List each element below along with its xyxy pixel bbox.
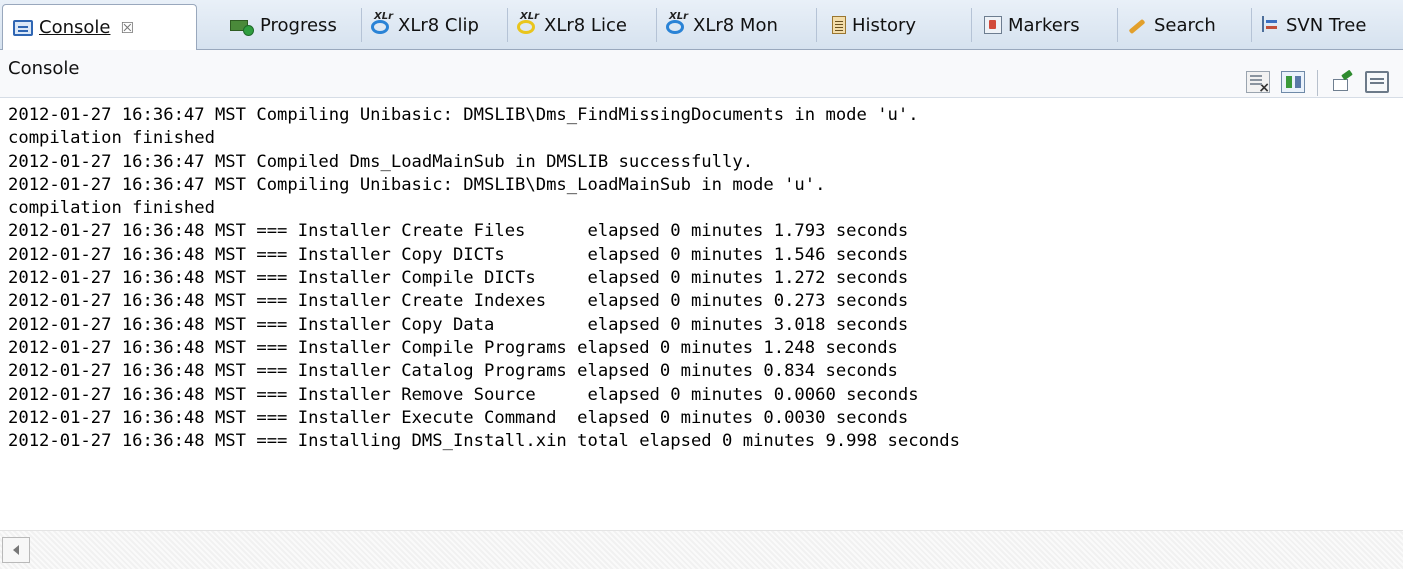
view-tab-bar: Console ☒ Progress XLr XLr8 Clip XLr XLr…: [0, 0, 1403, 50]
console-line: 2012-01-27 16:36:47 MST Compiling Unibas…: [8, 105, 919, 125]
tab-progress[interactable]: Progress: [224, 8, 362, 42]
view-title: Console: [8, 58, 80, 79]
toolbar-separator: [1317, 70, 1318, 96]
xlr8-icon: XLr: [665, 11, 688, 36]
tab-label: Search: [1154, 14, 1216, 36]
tab-label: SVN Tree: [1286, 14, 1367, 36]
tab-xlr8-lice[interactable]: XLr XLr8 Lice: [510, 8, 657, 42]
tab-history[interactable]: History: [826, 8, 972, 42]
console-line: 2012-01-27 16:36:48 MST === Installer Re…: [8, 384, 919, 405]
tab-markers[interactable]: Markers: [978, 8, 1118, 42]
tab-label: History: [852, 14, 917, 36]
console-icon: [13, 19, 33, 36]
tab-label: XLr8 Clip: [398, 14, 479, 36]
scroll-lock-icon[interactable]: [1281, 71, 1305, 93]
tab-search[interactable]: Search: [1120, 8, 1252, 42]
progress-icon: [230, 17, 254, 36]
console-view-toolbar: Console: [0, 50, 1403, 98]
tab-console[interactable]: Console ☒: [2, 4, 197, 50]
xlr8-icon: XLr: [370, 11, 393, 36]
search-icon: [1126, 16, 1148, 34]
console-line: 2012-01-27 16:36:48 MST === Installer Co…: [8, 244, 909, 265]
tab-label: Console: [39, 17, 111, 38]
tab-xlr8-clip[interactable]: XLr XLr8 Clip: [364, 8, 508, 42]
console-line: compilation finished: [8, 198, 215, 219]
console-line: 2012-01-27 16:36:47 MST Compiling Unibas…: [8, 174, 826, 195]
console-line: 2012-01-27 16:36:48 MST === Installer Cr…: [8, 221, 909, 242]
tab-xlr8-mon[interactable]: XLr XLr8 Mon: [659, 8, 817, 42]
console-line: 2012-01-27 16:36:48 MST === Installer Ex…: [8, 407, 909, 428]
tab-svn-tree[interactable]: SVN Tree: [1254, 8, 1401, 42]
console-line: 2012-01-27 16:36:48 MST === Installer Co…: [8, 314, 909, 335]
console-line: 2012-01-27 16:36:48 MST === Installer Co…: [8, 337, 898, 358]
history-icon: [832, 16, 846, 34]
tab-label: XLr8 Lice: [544, 14, 627, 36]
scroll-left-button[interactable]: [2, 537, 30, 563]
xlr8-icon: XLr: [516, 11, 539, 36]
console-line: compilation finished: [8, 128, 215, 149]
console-line: 2012-01-27 16:36:48 MST === Installer Co…: [8, 268, 909, 289]
chevron-left-icon: [13, 545, 19, 555]
close-icon[interactable]: ☒: [120, 19, 133, 37]
console-line: 2012-01-27 16:36:47 MST Compiled Dms_Loa…: [8, 151, 754, 172]
tab-label: XLr8 Mon: [693, 14, 778, 36]
pin-console-icon[interactable]: [1332, 71, 1356, 93]
clear-console-icon[interactable]: [1246, 71, 1270, 96]
console-line: 2012-01-27 16:36:48 MST === Installer Cr…: [8, 291, 909, 312]
markers-icon: [984, 16, 1002, 34]
horizontal-scrollbar[interactable]: [0, 530, 1403, 569]
svn-tree-icon: [1260, 16, 1280, 34]
tab-label: Markers: [1008, 14, 1080, 36]
display-console-icon[interactable]: [1365, 71, 1389, 93]
console-output[interactable]: 2012-01-27 16:36:47 MST Compiling Unibas…: [8, 104, 1393, 518]
console-line: 2012-01-27 16:36:48 MST === Installer Ca…: [8, 361, 898, 382]
tab-label: Progress: [260, 14, 337, 36]
console-line: 2012-01-27 16:36:48 MST === Installing D…: [8, 431, 960, 452]
